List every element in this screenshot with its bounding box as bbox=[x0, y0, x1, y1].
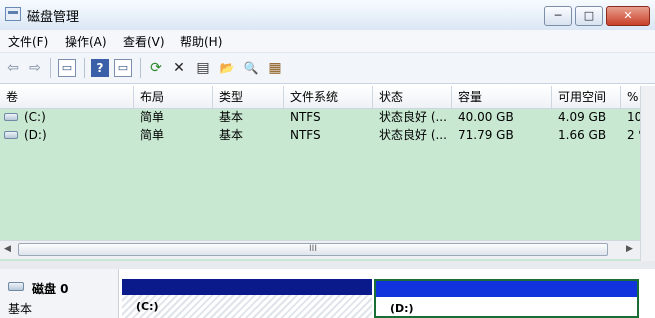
drive-icon bbox=[4, 113, 18, 121]
delete-icon[interactable]: ✕ bbox=[170, 59, 188, 77]
type-cell: 基本 bbox=[219, 128, 244, 142]
menu-file[interactable]: 文件(F) bbox=[8, 33, 48, 50]
column-layout[interactable]: 布局 bbox=[134, 86, 213, 108]
column-type[interactable]: 类型 bbox=[213, 86, 284, 108]
partition-body bbox=[376, 297, 637, 316]
toolbar-separator bbox=[84, 58, 85, 78]
disk-icon bbox=[8, 282, 24, 291]
settings-icon[interactable]: ▦ bbox=[266, 59, 284, 77]
grip-icon: III bbox=[309, 244, 317, 254]
status-cell: 状态良好 (... bbox=[379, 128, 447, 142]
partition-label: (D:) bbox=[390, 302, 414, 315]
partition-body bbox=[122, 295, 372, 318]
minimize-button[interactable]: ─ bbox=[544, 6, 572, 26]
maximize-button[interactable]: □ bbox=[575, 6, 603, 26]
partition-header-bar bbox=[122, 279, 372, 295]
disk-0-label[interactable]: 磁盘 0 基本 bbox=[0, 269, 119, 318]
forward-arrow-icon[interactable]: ⇨ bbox=[26, 59, 44, 77]
layout-cell: 简单 bbox=[140, 128, 165, 142]
search-icon[interactable]: 🔍 bbox=[242, 59, 260, 77]
free-space-cell: 4.09 GB bbox=[558, 110, 607, 124]
menu-bar: 文件(F) 操作(A) 查看(V) 帮助(H) bbox=[0, 30, 655, 52]
column-status[interactable]: 状态 bbox=[373, 86, 452, 108]
disk-management-icon bbox=[5, 7, 21, 21]
column-volume[interactable]: 卷 bbox=[0, 86, 134, 108]
pane-divider[interactable] bbox=[0, 261, 655, 269]
disk-type: 基本 bbox=[8, 302, 33, 316]
window-title: 磁盘管理 bbox=[27, 10, 80, 25]
horizontal-scrollbar[interactable]: ◀ III ▶ bbox=[0, 240, 640, 259]
column-percent[interactable]: % bbox=[621, 86, 640, 108]
refresh-icon[interactable]: ⟳ bbox=[147, 59, 165, 77]
volume-name: (D:) bbox=[24, 128, 47, 142]
type-cell: 基本 bbox=[219, 110, 244, 124]
capacity-cell: 71.79 GB bbox=[458, 128, 514, 142]
disk-map: 磁盘 0 基本 (C:) (D:) bbox=[0, 269, 655, 318]
scroll-left-icon[interactable]: ◀ bbox=[4, 244, 11, 254]
title-bar: 磁盘管理 ─ □ ✕ bbox=[0, 0, 655, 31]
table-row[interactable]: (C:) 简单 基本 NTFS 状态良好 (... 40.00 GB 4.09 … bbox=[0, 108, 640, 126]
volume-list: 卷 布局 类型 文件系统 状态 容量 可用空间 % (C:) 简单 基本 NTF… bbox=[0, 86, 640, 261]
column-capacity[interactable]: 容量 bbox=[452, 86, 552, 108]
console-tree-icon[interactable]: ▭ bbox=[58, 59, 76, 77]
percent-cell: 10 bbox=[627, 110, 640, 124]
volume-name: (C:) bbox=[24, 110, 46, 124]
scrollbar-thumb[interactable]: III bbox=[18, 243, 608, 256]
table-row[interactable]: (D:) 简单 基本 NTFS 状态良好 (... 71.79 GB 1.66 … bbox=[0, 126, 640, 144]
drive-icon bbox=[4, 131, 18, 139]
properties-icon[interactable]: ▤ bbox=[194, 59, 212, 77]
close-button[interactable]: ✕ bbox=[606, 6, 650, 26]
menu-view[interactable]: 查看(V) bbox=[123, 33, 165, 50]
help-icon[interactable]: ? bbox=[91, 59, 109, 77]
menu-action[interactable]: 操作(A) bbox=[65, 33, 107, 50]
menu-help[interactable]: 帮助(H) bbox=[180, 33, 222, 50]
action-pane-icon[interactable]: ▭ bbox=[114, 59, 132, 77]
column-free-space[interactable]: 可用空间 bbox=[552, 86, 621, 108]
vertical-scrollbar[interactable] bbox=[640, 86, 655, 261]
toolbar-separator bbox=[50, 58, 51, 78]
partition-d[interactable]: (D:) bbox=[374, 279, 639, 318]
partition-header-bar bbox=[376, 281, 637, 297]
toolbar-separator bbox=[140, 58, 141, 78]
toolbar: ⇦ ⇨ ▭ ? ▭ ⟳ ✕ ▤ 📂 🔍 ▦ bbox=[0, 52, 655, 84]
partition-label: (C:) bbox=[136, 300, 159, 313]
filesystem-cell: NTFS bbox=[290, 110, 321, 124]
layout-cell: 简单 bbox=[140, 110, 165, 124]
scroll-right-icon[interactable]: ▶ bbox=[626, 244, 633, 254]
open-folder-icon[interactable]: 📂 bbox=[218, 59, 236, 77]
percent-cell: 2 % bbox=[627, 128, 640, 142]
volume-list-header: 卷 布局 类型 文件系统 状态 容量 可用空间 % bbox=[0, 86, 640, 109]
capacity-cell: 40.00 GB bbox=[458, 110, 514, 124]
back-arrow-icon[interactable]: ⇦ bbox=[4, 59, 22, 77]
status-cell: 状态良好 (... bbox=[379, 110, 447, 124]
disk-name: 磁盘 0 bbox=[32, 282, 69, 296]
column-filesystem[interactable]: 文件系统 bbox=[284, 86, 373, 108]
filesystem-cell: NTFS bbox=[290, 128, 321, 142]
partition-c[interactable]: (C:) bbox=[122, 279, 372, 318]
free-space-cell: 1.66 GB bbox=[558, 128, 607, 142]
